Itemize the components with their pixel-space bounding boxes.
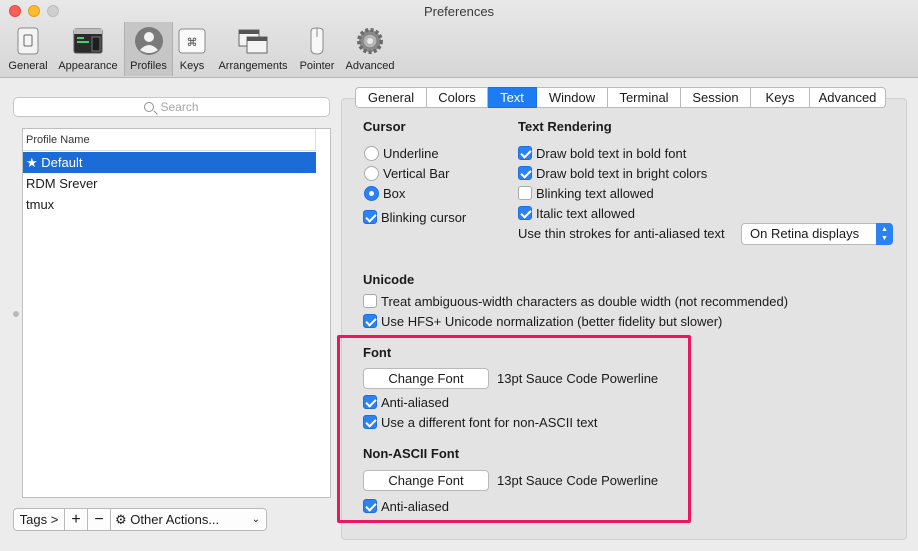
- cursor-underline-radio[interactable]: Underline: [364, 145, 439, 163]
- profile-tabs: General Colors Text Window Terminal Sess…: [355, 87, 886, 108]
- radio-label: Box: [383, 186, 406, 201]
- tab-general[interactable]: General: [355, 87, 427, 108]
- checkbox-label: Use HFS+ Unicode normalization (better f…: [381, 314, 723, 329]
- tab-terminal[interactable]: Terminal: [608, 87, 681, 108]
- toolbar-item-profiles[interactable]: Profiles: [124, 22, 173, 76]
- cursor-box-radio[interactable]: Box: [364, 185, 405, 203]
- toolbar-item-keys[interactable]: ⌘ Keys: [174, 22, 210, 76]
- add-profile-button[interactable]: +: [65, 508, 88, 531]
- profile-row-tmux[interactable]: tmux: [23, 194, 316, 215]
- ambiguous-width-checkbox[interactable]: Treat ambiguous-width characters as doub…: [363, 293, 788, 311]
- toolbar-label: Pointer: [299, 60, 335, 72]
- toolbar-item-appearance[interactable]: Appearance: [54, 22, 122, 76]
- highlight-annotation-box: [337, 335, 691, 523]
- thin-strokes-label: Use thin strokes for anti-aliased text: [518, 226, 725, 241]
- toolbar-item-pointer[interactable]: Pointer: [296, 22, 338, 76]
- text-rendering-section-title: Text Rendering: [518, 119, 612, 134]
- checkbox-indicator: [363, 294, 377, 308]
- checkbox-indicator: [518, 166, 532, 180]
- cursor-section-title: Cursor: [363, 119, 406, 134]
- checkbox-label: Treat ambiguous-width characters as doub…: [381, 294, 789, 309]
- search-icon: [144, 102, 155, 112]
- checkbox-label: Blinking cursor: [381, 210, 467, 225]
- profile-row-default[interactable]: ★ Default: [23, 152, 316, 173]
- profiles-icon: [134, 27, 163, 55]
- chevron-down-icon: ⌄: [251, 514, 260, 525]
- toolbar-label: Arrangements: [218, 60, 288, 72]
- preferences-window: Preferences General Appearance Profiles …: [0, 0, 918, 551]
- column-divider: [315, 129, 316, 151]
- bold-in-bright-checkbox[interactable]: Draw bold text in bright colors: [518, 165, 707, 183]
- thin-strokes-select[interactable]: On Retina displays ▲ ▼: [741, 223, 893, 245]
- toolbar: Preferences General Appearance Profiles …: [0, 0, 918, 78]
- other-actions-menu[interactable]: ⚙ Other Actions... ⌄: [111, 508, 267, 531]
- search-placeholder: Search: [160, 100, 199, 114]
- checkbox-label: Italic text allowed: [536, 206, 635, 221]
- checkbox-indicator: [363, 210, 377, 224]
- arrangements-icon: [238, 29, 268, 54]
- blinking-text-checkbox[interactable]: Blinking text allowed: [518, 185, 654, 203]
- tab-advanced[interactable]: Advanced: [810, 87, 886, 108]
- tab-session[interactable]: Session: [681, 87, 751, 108]
- radio-indicator: [364, 166, 379, 181]
- split-view-handle[interactable]: [13, 311, 19, 317]
- checkbox-indicator: [518, 186, 532, 200]
- profile-actions-bar: Tags > + − ⚙ Other Actions... ⌄: [13, 508, 267, 531]
- profile-row-rdm-srever[interactable]: RDM Srever: [23, 173, 316, 194]
- column-header-profile-name[interactable]: Profile Name: [23, 129, 315, 151]
- general-icon: [17, 27, 39, 55]
- thin-strokes-value: On Retina displays: [750, 226, 860, 241]
- pointer-icon: [310, 27, 324, 55]
- checkbox-label: Draw bold text in bright colors: [536, 166, 708, 181]
- svg-text:⌘: ⌘: [187, 36, 198, 49]
- toolbar-item-advanced[interactable]: Advanced: [341, 22, 399, 76]
- radio-label: Vertical Bar: [383, 166, 450, 181]
- profile-list: Profile Name ★ Default RDM Srever tmux: [22, 128, 331, 498]
- radio-label: Underline: [383, 146, 439, 161]
- gear-icon: ⚙: [115, 512, 127, 527]
- checkbox-label: Draw bold text in bold font: [536, 146, 687, 161]
- checkbox-indicator: [518, 146, 532, 160]
- profile-search-input[interactable]: Search: [13, 97, 330, 117]
- appearance-icon: [73, 28, 103, 54]
- checkbox-label: Blinking text allowed: [536, 186, 654, 201]
- toolbar-label: Profiles: [130, 60, 167, 72]
- bold-in-bold-checkbox[interactable]: Draw bold text in bold font: [518, 145, 686, 163]
- hfs-normalization-checkbox[interactable]: Use HFS+ Unicode normalization (better f…: [363, 313, 722, 331]
- toolbar-label: Advanced: [345, 60, 395, 72]
- tags-button[interactable]: Tags >: [13, 508, 65, 531]
- toolbar-label: General: [8, 60, 48, 72]
- other-actions-label: Other Actions...: [130, 512, 220, 527]
- toolbar-label: Appearance: [58, 60, 118, 72]
- checkbox-indicator: [363, 314, 377, 328]
- blinking-cursor-checkbox[interactable]: Blinking cursor: [363, 209, 466, 227]
- window-title: Preferences: [423, 4, 495, 19]
- tab-keys[interactable]: Keys: [751, 87, 810, 108]
- radio-indicator: [364, 146, 379, 161]
- tab-text[interactable]: Text: [488, 87, 537, 108]
- radio-indicator: [364, 186, 379, 201]
- toolbar-item-arrangements[interactable]: Arrangements: [214, 22, 292, 76]
- gear-icon: [357, 28, 383, 54]
- unicode-section-title: Unicode: [363, 272, 415, 287]
- toolbar-label: Keys: [179, 60, 205, 72]
- remove-profile-button[interactable]: −: [88, 508, 111, 531]
- chevron-updown-icon: ▲ ▼: [876, 223, 893, 245]
- cursor-vertical-bar-radio[interactable]: Vertical Bar: [364, 165, 449, 183]
- tab-window[interactable]: Window: [537, 87, 608, 108]
- keys-icon: ⌘: [178, 28, 206, 54]
- tab-colors[interactable]: Colors: [427, 87, 488, 108]
- checkbox-indicator: [518, 206, 532, 220]
- italic-text-checkbox[interactable]: Italic text allowed: [518, 205, 635, 223]
- toolbar-item-general[interactable]: General: [4, 22, 52, 76]
